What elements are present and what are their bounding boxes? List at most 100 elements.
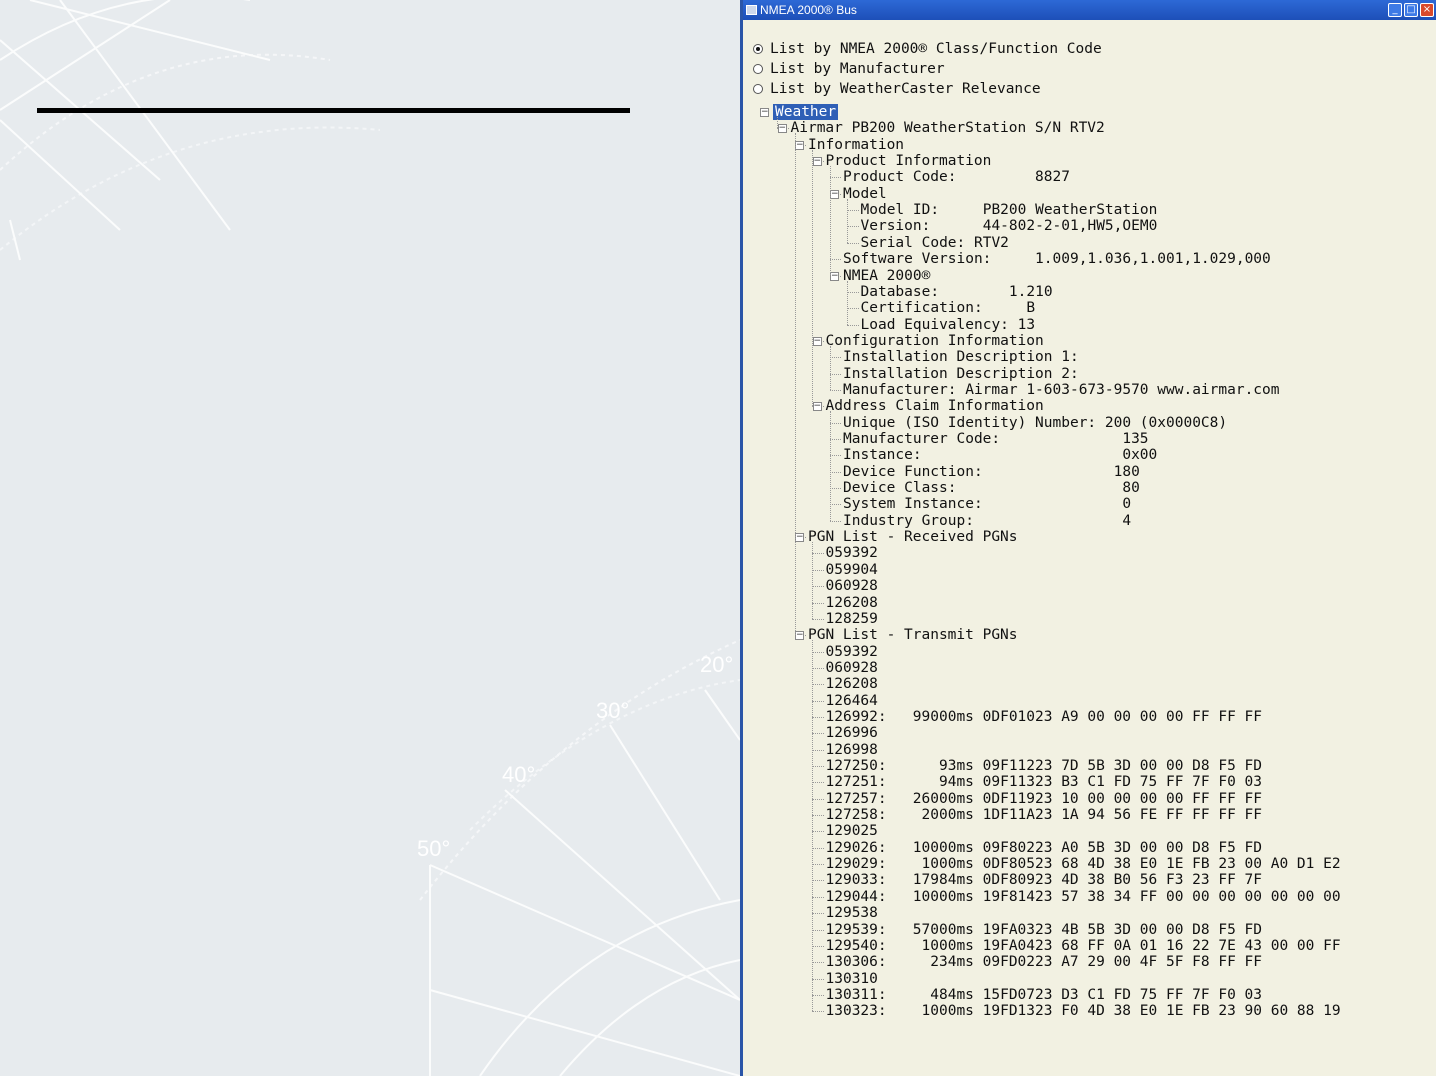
maximize-button[interactable]: □ xyxy=(1404,3,1418,17)
tree-node-label: Device Class: 80 xyxy=(843,480,1140,497)
collapse-minus-icon[interactable]: − xyxy=(777,124,787,134)
tree-node[interactable]: 129033: 17984ms 0DF80923 4D 38 B0 56 F3 … xyxy=(826,872,1263,888)
tree-node[interactable]: Installation Description 1: xyxy=(843,349,1079,365)
tree-node[interactable]: Product Information xyxy=(826,153,992,169)
window-titlebar[interactable]: NMEA 2000® Bus _ □ × xyxy=(743,0,1436,20)
collapse-minus-icon[interactable]: − xyxy=(795,631,804,641)
tree-node[interactable]: Weather xyxy=(773,104,839,120)
tree-connector xyxy=(847,291,859,293)
collapse-minus-icon[interactable]: − xyxy=(760,108,769,117)
close-button[interactable]: × xyxy=(1420,3,1434,17)
degree-label-20: 20° xyxy=(700,652,733,677)
tree-node[interactable]: Software Version: 1.009,1.036,1.001,1.02… xyxy=(843,251,1271,267)
tree-node[interactable]: Certification: B xyxy=(861,300,1036,316)
tree-connector xyxy=(829,504,841,506)
tree-node[interactable]: NMEA 2000® xyxy=(843,268,930,284)
tree-connector xyxy=(812,864,824,866)
radio-selected-icon[interactable] xyxy=(753,44,763,54)
tree-connector xyxy=(829,389,841,391)
tree-node[interactable]: 130310 xyxy=(826,971,878,987)
tree-node[interactable]: 129539: 57000ms 19FA0323 4B 5B 3D 00 00 … xyxy=(826,922,1263,938)
tree-node[interactable]: 060928 xyxy=(826,660,878,676)
tree-node[interactable]: Product Code: 8827 xyxy=(843,169,1070,185)
tree-node-label: Airmar PB200 WeatherStation S/N RTV2 xyxy=(790,120,1105,137)
tree-node[interactable]: 127251: 94ms 09F11323 B3 C1 FD 75 FF 7F … xyxy=(826,774,1263,790)
collapse-minus-icon[interactable]: − xyxy=(830,189,839,199)
collapse-minus-icon[interactable]: − xyxy=(795,140,804,150)
tree-node[interactable]: Database: 1.210 xyxy=(861,284,1053,300)
collapse-minus-icon[interactable]: − xyxy=(812,336,822,346)
tree-node[interactable]: Information xyxy=(808,137,904,153)
tree-node-label: 129029: 1000ms 0DF80523 68 4D 38 E0 1E F… xyxy=(825,856,1341,873)
tree-node[interactable]: Device Function: 180 xyxy=(843,464,1140,480)
tree-node-label: Model xyxy=(843,185,887,202)
tree-node[interactable]: 129540: 1000ms 19FA0423 68 FF 0A 01 16 2… xyxy=(826,938,1341,954)
tree-node[interactable]: Instance: 0x00 xyxy=(843,447,1157,463)
tree-connector xyxy=(812,618,824,620)
tree-node[interactable]: 126208 xyxy=(826,676,878,692)
radio-option-class-function[interactable]: List by NMEA 2000® Class/Function Code xyxy=(753,39,1102,59)
collapse-minus-icon[interactable]: − xyxy=(812,157,822,167)
tree-node[interactable]: 059904 xyxy=(826,562,878,578)
tree-connector xyxy=(847,198,848,243)
tree-node[interactable]: Load Equivalency: 13 xyxy=(861,317,1036,333)
minimize-button[interactable]: _ xyxy=(1388,3,1402,17)
tree-node[interactable]: PGN List - Received PGNs xyxy=(808,529,1018,545)
tree-node[interactable]: 059392 xyxy=(826,545,878,561)
radio-option-weathercaster[interactable]: List by WeatherCaster Relevance xyxy=(753,79,1102,99)
tree-node-label: Installation Description 1: xyxy=(843,349,1079,366)
tree-node[interactable]: 127257: 26000ms 0DF11923 10 00 00 00 00 … xyxy=(826,791,1263,807)
collapse-minus-icon[interactable]: − xyxy=(830,271,839,281)
tree-node[interactable]: 129044: 10000ms 19F81423 57 38 34 FF 00 … xyxy=(826,889,1341,905)
radio-unselected-icon[interactable] xyxy=(753,64,763,74)
radio-option-manufacturer[interactable]: List by Manufacturer xyxy=(753,59,1102,79)
tree-node[interactable]: 127258: 2000ms 1DF11A23 1A 94 56 FE FF F… xyxy=(826,807,1263,823)
tree-node[interactable]: Address Claim Information xyxy=(826,398,1044,414)
tree-node-label: Database: 1.210 xyxy=(860,283,1053,300)
tree-node[interactable]: 059392 xyxy=(826,644,878,660)
tree-node[interactable]: Configuration Information xyxy=(826,333,1044,349)
tree-node[interactable]: 129026: 10000ms 09F80223 A0 5B 3D 00 00 … xyxy=(826,840,1263,856)
tree-node[interactable]: Device Class: 80 xyxy=(843,480,1140,496)
tree-node[interactable]: 126998 xyxy=(826,742,878,758)
tree-node[interactable]: 130323: 1000ms 19FD1323 F0 4D 38 E0 1E F… xyxy=(826,1003,1341,1019)
tree-node[interactable]: Industry Group: 4 xyxy=(843,513,1131,529)
tree-node[interactable]: Model xyxy=(843,186,887,202)
collapse-minus-icon[interactable]: − xyxy=(812,402,822,412)
tree-node[interactable]: 126992: 99000ms 0DF01023 A9 00 00 00 00 … xyxy=(826,709,1263,725)
tree-node[interactable]: Version: 44-802-2-01,HW5,OEM0 xyxy=(861,218,1158,234)
tree-node[interactable]: Airmar PB200 WeatherStation S/N RTV2 xyxy=(791,120,1105,136)
radio-label: List by NMEA 2000® Class/Function Code xyxy=(770,41,1102,57)
tree-node-label: 130323: 1000ms 19FD1323 F0 4D 38 E0 1E F… xyxy=(825,1003,1341,1020)
tree-node[interactable]: 130311: 484ms 15FD0723 D3 C1 FD 75 FF 7F… xyxy=(826,987,1263,1003)
tree-node[interactable]: Model ID: PB200 WeatherStation xyxy=(861,202,1158,218)
tree-node[interactable]: 126208 xyxy=(826,595,878,611)
tree-node[interactable]: 060928 xyxy=(826,578,878,594)
tree-connector xyxy=(812,978,824,980)
tree-node[interactable]: 126464 xyxy=(826,693,878,709)
tree-node[interactable]: Serial Code: RTV2 xyxy=(861,235,1009,251)
tree-node-label: 127250: 93ms 09F11223 7D 5B 3D 00 00 D8 … xyxy=(825,758,1263,774)
tree-node[interactable]: PGN List - Transmit PGNs xyxy=(808,627,1018,643)
tree-connector xyxy=(829,455,841,457)
tree-node[interactable]: Installation Description 2: xyxy=(843,366,1079,382)
tree-node[interactable]: Manufacturer Code: 135 xyxy=(843,431,1149,447)
tree-node-label: 129539: 57000ms 19FA0323 4B 5B 3D 00 00 … xyxy=(825,921,1263,938)
tree-node[interactable]: Unique (ISO Identity) Number: 200 (0x000… xyxy=(843,415,1227,431)
tree-node-label: 127251: 94ms 09F11323 B3 C1 FD 75 FF 7F … xyxy=(825,774,1263,791)
radio-unselected-icon[interactable] xyxy=(753,84,763,94)
collapse-minus-icon[interactable]: − xyxy=(795,533,804,543)
tree-node[interactable]: 129029: 1000ms 0DF80523 68 4D 38 E0 1E F… xyxy=(826,856,1341,872)
tree-node[interactable]: Manufacturer: Airmar 1-603-673-9570 www.… xyxy=(843,382,1280,398)
tree-connector xyxy=(812,831,824,833)
tree-node[interactable]: 129025 xyxy=(826,823,878,839)
tree-connector xyxy=(829,411,831,521)
tree-node[interactable]: 127250: 93ms 09F11223 7D 5B 3D 00 00 D8 … xyxy=(826,758,1263,774)
tree-connector xyxy=(812,798,824,800)
tree-node[interactable]: 126996 xyxy=(826,725,878,741)
tree-node[interactable]: 129538 xyxy=(826,905,878,921)
tree-node[interactable]: System Instance: 0 xyxy=(843,496,1131,512)
tree-node[interactable]: 128259 xyxy=(826,611,878,627)
tree-node[interactable]: 130306: 234ms 09FD0223 A7 29 00 4F 5F F8… xyxy=(826,954,1263,970)
tree-connector xyxy=(829,166,831,276)
